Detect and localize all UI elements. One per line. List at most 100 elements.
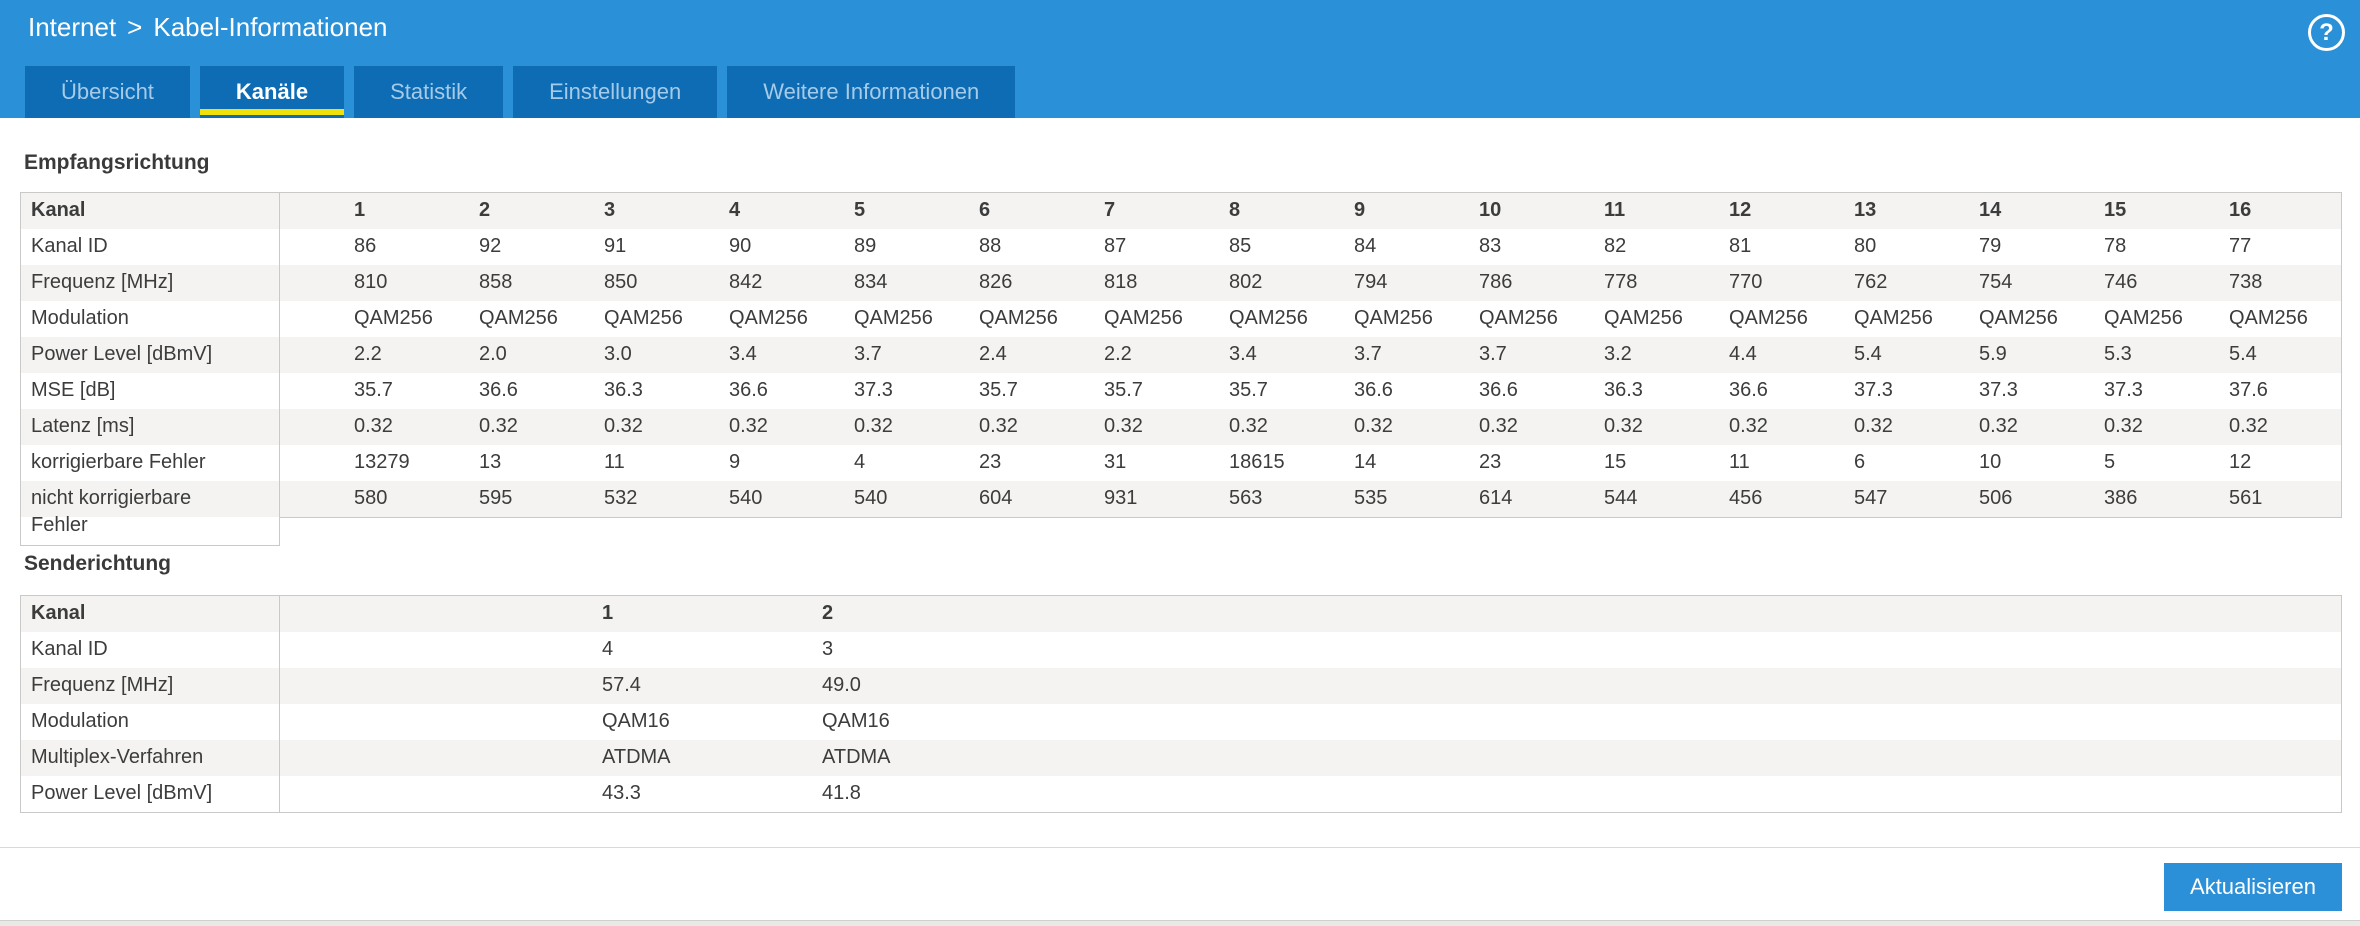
- tab-label: Kanäle: [235, 79, 309, 104]
- table-cell: 37.3: [854, 379, 893, 401]
- table-row: QAM256 QAM256 QAM256 QAM256 QAM256 QAM256 QAM2…: [280, 301, 2341, 337]
- table-cell: 83: [1479, 235, 1502, 257]
- table-cell: 0.32: [1729, 415, 1768, 437]
- table-row: 43: [280, 632, 2341, 668]
- table-cell: 794: [1354, 271, 1388, 293]
- active-tab-indicator: [199, 109, 345, 115]
- table-cell: 0.32: [1104, 415, 1143, 437]
- table-cell: 770: [1729, 271, 1763, 293]
- table-cell: 82: [1604, 235, 1627, 257]
- table-cell: 931: [1104, 487, 1138, 509]
- help-icon[interactable]: ?: [2308, 14, 2345, 51]
- table-cell: 11: [1729, 451, 1750, 473]
- table-cell: 6: [979, 199, 991, 221]
- table-cell: 43.3: [602, 782, 641, 804]
- table-cell: 0.32: [1854, 415, 1893, 437]
- table-cell: 36.3: [1604, 379, 1643, 401]
- tab-uebersicht[interactable]: Übersicht: [25, 66, 190, 118]
- table-cell: 506: [1979, 487, 2013, 509]
- tab-label: Statistik: [390, 79, 468, 104]
- table-row: 810 858 850 842 834 826 818 802 794 786 778 770 762 7…: [280, 265, 2341, 301]
- content-area: Empfangsrichtung Kanal Kanal ID Frequenz […: [0, 118, 2360, 926]
- tab-weitere-informationen[interactable]: Weitere Informationen: [727, 66, 1016, 118]
- table-row: 12: [280, 596, 2341, 632]
- table-row: ATDMA ATDMA: [280, 740, 2341, 776]
- table-cell: QAM256: [979, 307, 1058, 329]
- table-cell: 12: [1729, 199, 1752, 221]
- table-cell: 78: [2104, 235, 2127, 257]
- table-cell: 85: [1229, 235, 1252, 257]
- table-cell: 7: [1104, 199, 1116, 221]
- table-cell: 3.2: [1604, 343, 1632, 365]
- table-cell: 23: [1479, 451, 1502, 473]
- table-cell: 2.0: [479, 343, 507, 365]
- table-cell: ATDMA: [822, 746, 891, 768]
- table-cell: QAM256: [604, 307, 683, 329]
- tab-label: Übersicht: [61, 79, 154, 104]
- table-cell: 786: [1479, 271, 1513, 293]
- table-cell: 563: [1229, 487, 1263, 509]
- table-cell: 3: [822, 638, 834, 660]
- row-label: Modulation: [31, 307, 129, 329]
- table-cell: QAM256: [2229, 307, 2308, 329]
- top-bar: Internet > Kabel-Informationen ? Übersicht…: [0, 0, 2360, 118]
- table-row: 35.7 36.6 36.3 36.6 37.3 35.7 35.7 35.7 36.6 36.6…: [280, 373, 2341, 409]
- table-cell: 544: [1604, 487, 1638, 509]
- table-cell: 15: [1604, 451, 1627, 473]
- refresh-button[interactable]: Aktualisieren: [2164, 863, 2342, 911]
- table-cell: QAM256: [1229, 307, 1308, 329]
- table-cell: 0.32: [854, 415, 893, 437]
- breadcrumb-page: Kabel-Informationen: [153, 12, 388, 42]
- table-cell: 0.32: [1229, 415, 1268, 437]
- table-cell: 36.6: [1479, 379, 1518, 401]
- table-cell: 850: [604, 271, 638, 293]
- table-cell: QAM256: [1479, 307, 1558, 329]
- bottom-edge-strip: [0, 920, 2360, 926]
- table-cell: 0.32: [979, 415, 1018, 437]
- table-cell: 3.4: [729, 343, 757, 365]
- table-cell: 11: [1604, 199, 1626, 221]
- tab-statistik[interactable]: Statistik: [354, 66, 504, 118]
- table-cell: 2: [822, 602, 834, 624]
- table-cell: 36.6: [479, 379, 518, 401]
- table-cell: 81: [1729, 235, 1752, 257]
- table-cell: 386: [2104, 487, 2138, 509]
- table-cell: 547: [1854, 487, 1888, 509]
- table-cell: QAM256: [1604, 307, 1683, 329]
- table-cell: 37.6: [2229, 379, 2268, 401]
- table-cell: 9: [1354, 199, 1366, 221]
- table-cell: QAM256: [854, 307, 933, 329]
- channel-data-columns: 1 2 4 3 57.4 49.0 QAM16 QAM16 ATDMA ATDMA 43.3 41.8: [280, 595, 2342, 813]
- upstream-channel-table: Kanal Kanal ID Frequenz [MHz] Modulation Mul…: [20, 595, 2342, 813]
- table-cell: 41.8: [822, 782, 861, 804]
- table-cell: 580: [354, 487, 388, 509]
- table-cell: 604: [979, 487, 1013, 509]
- table-cell: 2.2: [1104, 343, 1132, 365]
- table-cell: 0.32: [1979, 415, 2018, 437]
- row-label: Multiplex-Verfahren: [21, 740, 279, 776]
- tab-einstellungen[interactable]: Einstellungen: [513, 66, 718, 118]
- table-row: 0.32 0.32 0.32 0.32 0.32 0.32 0.32 0.32 0.32 0.32…: [280, 409, 2341, 445]
- row-label: nicht korrigierbare Fehler: [21, 481, 279, 545]
- table-row: 1 2 3 4 5 6 7 8 9 10 11 12 13 14 15 16: [280, 193, 2341, 229]
- table-cell: 10: [1979, 451, 2002, 473]
- table-cell: 3.4: [1229, 343, 1257, 365]
- row-label: Power Level [dBmV]: [31, 782, 213, 804]
- table-cell: 5.4: [1854, 343, 1882, 365]
- tab-bar: Übersicht Kanäle Statistik Einstellungen Wei…: [25, 66, 1016, 118]
- table-cell: 13: [479, 451, 502, 473]
- row-label: MSE [dB]: [31, 379, 116, 401]
- table-cell: 456: [1729, 487, 1763, 509]
- table-cell: 0.32: [1604, 415, 1643, 437]
- table-cell: 35.7: [354, 379, 393, 401]
- row-label: Frequenz [MHz]: [21, 265, 279, 301]
- table-cell: 92: [479, 235, 502, 257]
- table-cell: 90: [729, 235, 752, 257]
- downstream-channel-table: Kanal Kanal ID Frequenz [MHz] Modulation Pow…: [20, 192, 2342, 546]
- tab-kanaele[interactable]: Kanäle: [199, 66, 345, 118]
- row-label: Kanal: [21, 193, 279, 229]
- table-cell: 4: [729, 199, 741, 221]
- receive-section-title: Empfangsrichtung: [24, 151, 210, 174]
- table-cell: 6: [1854, 451, 1866, 473]
- table-cell: 4: [602, 638, 614, 660]
